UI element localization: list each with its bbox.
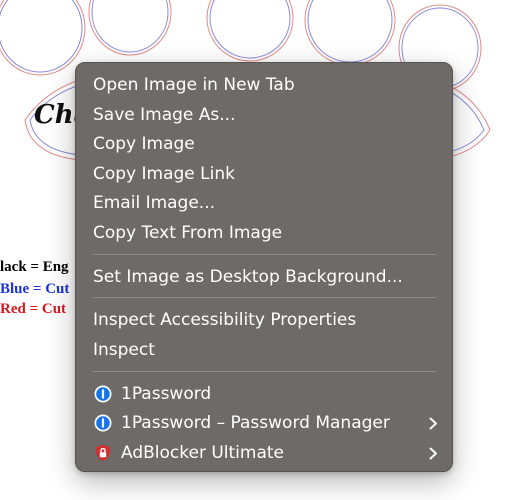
menu-item-1password-manager[interactable]: 1Password – Password Manager [76, 409, 452, 437]
menu-item-copy-image-link[interactable]: Copy Image Link [76, 160, 452, 188]
menu-item-set-desktop-background[interactable]: Set Image as Desktop Background... [76, 263, 452, 291]
menu-item-label: AdBlocker Ultimate [121, 443, 285, 463]
menu-item-label: Save Image As... [93, 105, 236, 125]
menu-item-label: Set Image as Desktop Background... [93, 267, 403, 287]
menu-separator [93, 297, 436, 298]
chevron-right-icon [429, 417, 437, 430]
menu-item-label: Copy Image Link [93, 164, 235, 184]
menu-item-copy-image[interactable]: Copy Image [76, 130, 452, 158]
image-context-menu: Open Image in New Tab Save Image As... C… [75, 62, 453, 472]
menu-item-copy-text-from-image[interactable]: Copy Text From Image [76, 219, 452, 247]
menu-item-label: Inspect Accessibility Properties [93, 310, 357, 330]
menu-item-open-image-new-tab[interactable]: Open Image in New Tab [76, 71, 452, 99]
menu-item-label: Copy Image [93, 134, 195, 154]
menu-item-label: 1Password – Password Manager [121, 413, 390, 433]
menu-item-label: Open Image in New Tab [93, 75, 295, 95]
chevron-right-icon [429, 447, 437, 460]
legend-black-engrave: lack = Eng [0, 259, 69, 275]
menu-item-label: Inspect [93, 340, 155, 360]
1password-icon [94, 385, 112, 403]
1password-icon [94, 414, 112, 432]
menu-item-inspect-accessibility[interactable]: Inspect Accessibility Properties [76, 306, 452, 334]
menu-item-1password[interactable]: 1Password [76, 380, 452, 408]
menu-item-email-image[interactable]: Email Image... [76, 189, 452, 217]
adblocker-shield-icon [96, 444, 110, 462]
legend-blue-cut: Blue = Cut [0, 281, 70, 297]
menu-item-label: 1Password [121, 384, 212, 404]
menu-separator [93, 371, 436, 372]
menu-item-label: Email Image... [93, 193, 216, 213]
menu-item-label: Copy Text From Image [93, 223, 283, 243]
menu-separator [93, 254, 436, 255]
menu-item-save-image-as[interactable]: Save Image As... [76, 101, 452, 129]
menu-item-inspect[interactable]: Inspect [76, 336, 452, 364]
legend-red-cut: Red = Cut [0, 301, 67, 317]
menu-item-adblocker-ultimate[interactable]: AdBlocker Ultimate [76, 439, 452, 467]
